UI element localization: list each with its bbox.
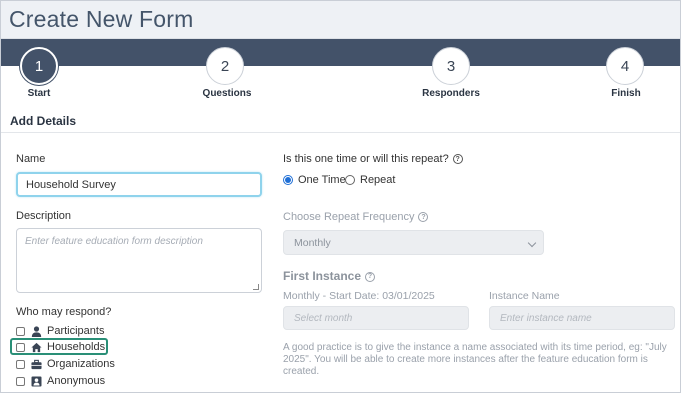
select-month-input[interactable]: Select month bbox=[283, 306, 469, 330]
create-form-window: Create New Form 1 Start 2 Questions 3 Re… bbox=[0, 0, 681, 393]
name-input-value: Household Survey bbox=[26, 178, 116, 191]
id-badge-icon bbox=[31, 376, 42, 387]
step-number: 2 bbox=[220, 57, 230, 75]
page-title: Create New Form bbox=[9, 6, 194, 32]
respond-option-participants[interactable]: Participants bbox=[16, 324, 104, 338]
step-number: 3 bbox=[446, 57, 456, 75]
step-2-circle[interactable]: 2 bbox=[206, 47, 244, 85]
help-icon[interactable]: ? bbox=[418, 212, 429, 223]
step-number: 4 bbox=[620, 57, 630, 75]
option-label: Anonymous bbox=[47, 375, 106, 387]
radio-label: Repeat bbox=[360, 174, 396, 186]
step-4-circle[interactable]: 4 bbox=[606, 47, 644, 85]
step-number: 1 bbox=[34, 57, 44, 75]
start-date-label: Monthly - Start Date: 03/01/2025 bbox=[283, 290, 435, 302]
households-highlight bbox=[10, 338, 108, 355]
briefcase-icon bbox=[31, 359, 42, 370]
radio-one-time[interactable]: One Time bbox=[283, 174, 346, 186]
repeat-question-text: Is this one time or will this repeat? bbox=[283, 153, 449, 165]
respond-option-anonymous[interactable]: Anonymous bbox=[16, 374, 105, 388]
instance-name-label: Instance Name bbox=[489, 290, 560, 302]
help-icon[interactable]: ? bbox=[452, 154, 463, 165]
step-4-label: Finish bbox=[611, 88, 641, 99]
checkbox[interactable] bbox=[16, 359, 25, 369]
step-3-circle[interactable]: 3 bbox=[432, 47, 470, 85]
frequency-select[interactable]: Monthly bbox=[283, 230, 544, 255]
checkbox[interactable] bbox=[16, 376, 25, 386]
instance-name-input[interactable]: Enter instance name bbox=[489, 306, 675, 330]
resize-grip-icon[interactable] bbox=[253, 284, 259, 290]
first-instance-title: First Instance? bbox=[283, 269, 376, 283]
radio-repeat[interactable]: Repeat bbox=[345, 174, 395, 186]
name-input[interactable]: Household Survey bbox=[16, 172, 262, 197]
radio-button-selected[interactable] bbox=[283, 175, 293, 185]
section-title: Add Details bbox=[10, 114, 77, 128]
respond-option-organizations[interactable]: Organizations bbox=[16, 357, 115, 371]
stepper-band bbox=[1, 39, 680, 66]
step-1-label: Start bbox=[27, 88, 51, 99]
instance-note: A good practice is to give the instance … bbox=[283, 342, 667, 377]
select-month-placeholder: Select month bbox=[294, 312, 353, 324]
description-label: Description bbox=[16, 210, 72, 222]
respond-label: Who may respond? bbox=[16, 306, 112, 318]
frequency-select-value: Monthly bbox=[294, 236, 331, 249]
name-label: Name bbox=[16, 153, 46, 165]
description-placeholder: Enter feature education form description bbox=[25, 236, 203, 247]
description-textarea[interactable]: Enter feature education form description bbox=[16, 228, 262, 293]
radio-label: One Time bbox=[298, 174, 346, 186]
step-3-label: Responders bbox=[422, 88, 480, 99]
frequency-label-text: Choose Repeat Frequency bbox=[283, 211, 415, 223]
frequency-label: Choose Repeat Frequency? bbox=[283, 211, 429, 223]
section-divider bbox=[1, 132, 680, 133]
option-label: Organizations bbox=[47, 358, 115, 370]
option-label: Participants bbox=[47, 325, 105, 337]
help-icon[interactable]: ? bbox=[365, 271, 376, 282]
first-instance-title-text: First Instance bbox=[283, 269, 362, 283]
title-bar: Create New Form bbox=[1, 1, 680, 39]
instance-name-placeholder: Enter instance name bbox=[500, 312, 592, 324]
radio-button[interactable] bbox=[345, 175, 355, 185]
step-2-label: Questions bbox=[202, 88, 252, 99]
step-1-circle[interactable]: 1 bbox=[20, 47, 58, 85]
repeat-question-label: Is this one time or will this repeat?? bbox=[283, 153, 463, 165]
checkbox[interactable] bbox=[16, 326, 25, 336]
person-icon bbox=[31, 325, 42, 337]
chevron-down-icon bbox=[527, 238, 537, 248]
